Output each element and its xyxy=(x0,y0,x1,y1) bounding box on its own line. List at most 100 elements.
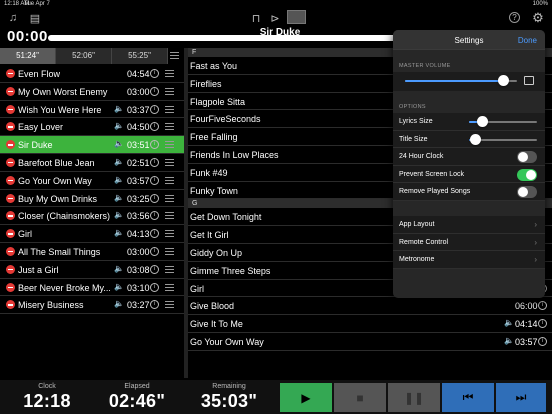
delete-icon[interactable] xyxy=(6,122,15,132)
info-icon[interactable]: i xyxy=(150,157,159,167)
metronome-row[interactable]: Metronome › xyxy=(393,251,545,269)
gear-icon[interactable]: ⚙ xyxy=(531,10,545,25)
speaker-icon: 🔈 xyxy=(114,121,124,131)
speaker-icon: 🔈 xyxy=(114,263,124,273)
setlist-row[interactable]: Go Your Own Way 🔈 03:57 i xyxy=(0,172,184,190)
next-button[interactable]: ⏭ xyxy=(496,383,546,412)
view-toggle-button[interactable] xyxy=(287,10,306,24)
info-icon[interactable]: i xyxy=(150,193,159,203)
delete-icon[interactable] xyxy=(6,175,15,185)
setlist-row[interactable]: Even Flow 04:54 i xyxy=(0,65,184,83)
airplay-icon[interactable] xyxy=(524,76,534,85)
reorder-handle-icon[interactable] xyxy=(165,265,174,273)
delete-icon[interactable] xyxy=(6,264,15,274)
speaker-icon: 🔈 xyxy=(114,210,124,220)
info-icon[interactable]: i xyxy=(150,140,159,150)
info-icon[interactable]: i xyxy=(150,175,159,185)
delete-icon[interactable] xyxy=(6,211,15,221)
title-size-knob[interactable] xyxy=(470,133,482,145)
setlist-row[interactable]: Buy My Own Drinks 🔈 03:25 i xyxy=(0,190,184,208)
help-icon[interactable]: ? xyxy=(509,12,520,23)
set-tab-1[interactable]: 51:24" xyxy=(0,48,56,64)
reorder-handle-icon[interactable] xyxy=(165,301,174,309)
document-icon[interactable]: ▤ xyxy=(28,11,42,25)
setlist-row[interactable]: Closer (Chainsmokers) 🔈 03:56 i xyxy=(0,207,184,226)
forward-icon[interactable]: ⊳ xyxy=(268,11,282,25)
set-tab-2[interactable]: 52:06" xyxy=(56,48,112,64)
reorder-handle-icon[interactable] xyxy=(165,123,174,131)
pause-button[interactable]: ❚❚ xyxy=(388,383,440,412)
info-icon[interactable]: i xyxy=(150,122,159,132)
setlist-row[interactable]: Easy Lover 🔈 04:50 i xyxy=(0,118,184,137)
info-icon[interactable]: i xyxy=(150,69,159,78)
hour24-toggle[interactable] xyxy=(517,151,537,163)
stop-button[interactable]: ■ xyxy=(334,383,386,412)
delete-icon[interactable] xyxy=(6,69,15,78)
reorder-handle-icon[interactable] xyxy=(165,283,174,291)
stop-icon: ■ xyxy=(356,390,364,405)
reorder-handle-icon[interactable] xyxy=(165,158,174,166)
delete-icon[interactable] xyxy=(6,104,15,114)
delete-icon[interactable] xyxy=(6,157,15,167)
delete-icon[interactable] xyxy=(6,246,15,256)
info-icon[interactable]: i xyxy=(150,282,159,292)
setlist-row[interactable]: Wish You Were Here 🔈 03:37 i xyxy=(0,101,184,119)
delete-icon[interactable] xyxy=(6,193,15,203)
reorder-handle-icon[interactable] xyxy=(165,212,174,220)
setlist-row[interactable]: Girl 🔈 04:13 i xyxy=(0,225,184,243)
reorder-handle-icon[interactable] xyxy=(165,87,174,95)
info-icon[interactable]: i xyxy=(150,86,159,96)
info-icon[interactable]: i xyxy=(538,319,547,329)
setlist-row[interactable]: Barefoot Blue Jean 🔈 02:51 i xyxy=(0,154,184,172)
library-song-name: Friends In Low Places xyxy=(190,149,279,160)
set-tab-3[interactable]: 55:25" xyxy=(112,48,168,64)
reorder-handle-icon[interactable] xyxy=(165,176,174,184)
music-note-icon[interactable]: ♫ xyxy=(6,11,20,25)
prevent-lock-toggle[interactable] xyxy=(517,168,537,181)
setlist-row[interactable]: Beer Never Broke My... 🔈 03:10 i xyxy=(0,279,184,297)
master-volume-knob[interactable] xyxy=(498,75,510,86)
info-icon[interactable]: i xyxy=(150,246,159,256)
delete-icon[interactable] xyxy=(6,140,15,150)
setlist-song-duration: 02:51 xyxy=(127,157,150,168)
library-row[interactable]: Give It To Me 🔈 04:14 i xyxy=(188,315,552,333)
library-song-duration: 06:00 xyxy=(515,301,538,312)
reorder-handle-icon[interactable] xyxy=(165,141,174,149)
info-icon[interactable]: i xyxy=(150,229,159,239)
play-button[interactable]: ▶ xyxy=(280,383,332,412)
library-song-name: Flagpole Sitta xyxy=(190,96,246,107)
lock-icon[interactable]: ⊓ xyxy=(249,11,263,25)
delete-icon[interactable] xyxy=(6,282,15,292)
info-icon[interactable]: i xyxy=(150,211,159,221)
remote-control-row[interactable]: Remote Control › xyxy=(393,234,545,251)
delete-icon[interactable] xyxy=(6,229,15,239)
info-icon[interactable]: i xyxy=(150,264,159,274)
app-layout-row[interactable]: App Layout › xyxy=(393,216,545,234)
reorder-handle-icon[interactable] xyxy=(165,105,174,113)
remove-played-toggle[interactable] xyxy=(517,186,537,198)
reorder-handle-icon[interactable] xyxy=(165,70,174,77)
info-icon[interactable]: i xyxy=(538,336,547,346)
setlist-row[interactable]: All The Small Things 03:00 i xyxy=(0,243,184,261)
library-row[interactable]: Give Blood 06:00 i xyxy=(188,297,552,316)
info-icon[interactable]: i xyxy=(150,300,159,310)
set-menu-button[interactable] xyxy=(170,51,180,61)
delete-icon[interactable] xyxy=(6,86,15,96)
lyrics-size-knob[interactable] xyxy=(477,116,489,127)
library-row[interactable]: Go Your Own Way 🔈 03:57 i xyxy=(188,333,552,351)
setlist-row[interactable]: Sir Duke 🔈 03:51 i xyxy=(0,136,184,154)
previous-button[interactable]: ⏮ xyxy=(442,383,494,412)
done-button[interactable]: Done xyxy=(518,36,537,45)
info-icon[interactable]: i xyxy=(150,104,159,114)
reorder-handle-icon[interactable] xyxy=(165,230,174,238)
lyrics-size-row: Lyrics Size xyxy=(393,113,545,131)
hour24-row: 24 Hour Clock xyxy=(393,148,545,166)
setlist-row[interactable]: Just a Girl 🔈 03:08 i xyxy=(0,261,184,279)
setlist-row[interactable]: Misery Business 🔈 03:27 i xyxy=(0,296,184,315)
info-icon[interactable]: i xyxy=(538,301,547,311)
library-song-name: Get It Girl xyxy=(190,230,229,241)
setlist-row[interactable]: My Own Worst Enemy 03:00 i xyxy=(0,83,184,101)
reorder-handle-icon[interactable] xyxy=(165,247,174,255)
delete-icon[interactable] xyxy=(6,300,15,310)
reorder-handle-icon[interactable] xyxy=(165,194,174,202)
